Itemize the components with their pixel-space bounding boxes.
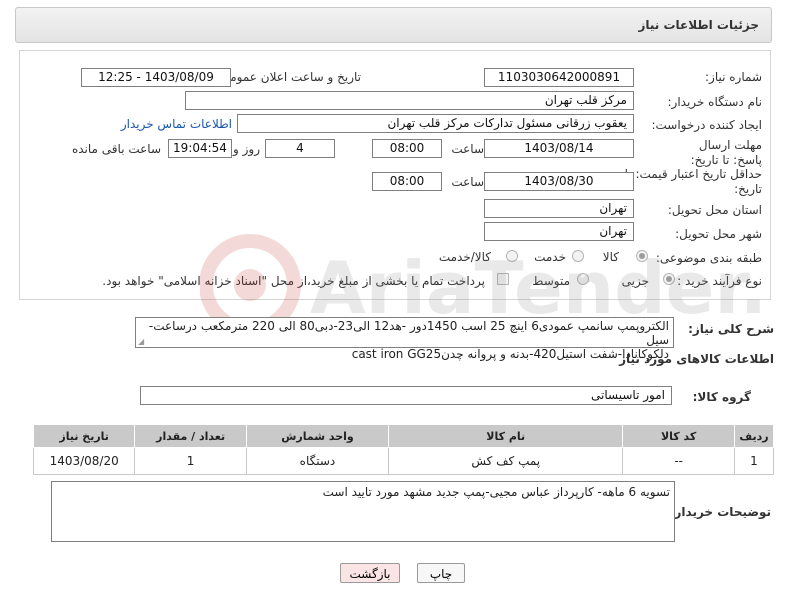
treasury-payment-note: پرداخت تمام یا بخشی از مبلغ خرید،از محل … <box>102 274 485 288</box>
cell-unit: دستگاه <box>245 447 390 475</box>
col-row: ردیف <box>733 424 775 448</box>
goods-group-label: گروه کالا: <box>692 390 751 404</box>
goods-section-title: اطلاعات کالاهای مورد نیاز <box>619 352 774 366</box>
reply-time-label: ساعت <box>451 142 484 156</box>
reply-time-field: 08:00 <box>372 139 442 158</box>
category-option-both: کالا/خدمت <box>438 250 491 264</box>
province-field: تهران <box>484 199 634 218</box>
creator-field: یعقوب زرقانی مسئول تداركات مركز قلب تهرا… <box>237 114 634 133</box>
treasury-payment-checkbox[interactable] <box>497 273 509 285</box>
buyer-notes-label: توضیحات خریدار: <box>669 505 771 519</box>
buyer-org-field: مرکز قلب تهران <box>185 91 634 110</box>
price-validity-label: حداقل تاریخ اعتبار قیمت: تا تاریخ: <box>624 167 762 196</box>
city-field: تهران <box>484 222 634 241</box>
cell-need-date: 1403/08/20 <box>32 447 136 475</box>
process-option-medium: متوسط <box>532 274 570 288</box>
announce-field: 1403/08/09 - 12:25 <box>81 68 231 87</box>
goods-table: ردیف کد کالا نام کالا واحد شمارش تعداد /… <box>32 424 775 475</box>
page-title: جزئیات اطلاعات نیاز <box>638 18 759 32</box>
col-need-date: تاریخ نیاز <box>32 424 136 448</box>
cell-code: -- <box>622 447 735 475</box>
col-name: نام کالا <box>388 424 624 448</box>
category-radio-both[interactable] <box>506 250 518 262</box>
resize-grip-icon[interactable]: ◢ <box>138 337 144 346</box>
description-label: شرح کلی نیاز: <box>688 322 774 336</box>
remaining-time-field: 19:04:54 <box>168 139 232 158</box>
reply-date-field: 1403/08/14 <box>484 139 634 158</box>
province-label: استان محل تحویل: <box>667 203 762 217</box>
need-number-field: 1103030642000891 <box>484 68 634 87</box>
city-label: شهر محل تحویل: <box>675 227 762 241</box>
category-option-service: خدمت <box>534 250 566 264</box>
description-line-1: الکتروپمپ سانمپ عمودی6 اینچ 25 اسب 1450د… <box>148 319 669 347</box>
announce-label: تاریخ و ساعت اعلان عمومی: <box>216 70 361 84</box>
goods-group-field: امور تاسیساتی <box>140 386 672 405</box>
category-option-goods: کالا <box>602 250 619 264</box>
description-box: الکتروپمپ سانمپ عمودی6 اینچ 25 اسب 1450د… <box>135 317 674 361</box>
days-field: 4 <box>265 139 335 158</box>
col-quantity: تعداد / مقدار <box>134 424 247 448</box>
price-date-field: 1403/08/30 <box>484 172 634 191</box>
goods-table-header: ردیف کد کالا نام کالا واحد شمارش تعداد /… <box>32 424 775 448</box>
price-time-label: ساعت <box>451 175 484 189</box>
cell-quantity: 1 <box>134 447 247 475</box>
description-line-2: دلکوکانادا-شفت استیل420-بدنه و پروانه چد… <box>351 347 669 361</box>
need-number-label: شماره نیاز: <box>705 70 762 84</box>
category-radio-service[interactable] <box>572 250 584 262</box>
back-button[interactable]: بازگشت <box>340 563 400 583</box>
buyer-org-label: نام دستگاه خریدار: <box>667 95 763 109</box>
buyer-notes-text: تسویه 6 ماهه- کارپرداز عباس مجیی-پمپ جدی… <box>322 485 670 499</box>
table-row: 1 -- پمپ کف کش دستگاه 1 1403/08/20 <box>32 447 775 475</box>
process-label: نوع فرآیند خرید : <box>677 274 762 288</box>
price-time-field: 08:00 <box>372 172 442 191</box>
process-radio-minor[interactable] <box>663 273 675 285</box>
cell-row: 1 <box>733 447 775 475</box>
page-header: جزئیات اطلاعات نیاز <box>15 7 772 43</box>
buyer-contact-link[interactable]: اطلاعات تماس خریدار <box>121 117 232 131</box>
creator-label: ایجاد کننده درخواست: <box>651 118 762 132</box>
category-label: طبقه بندی موضوعی: <box>655 251 762 265</box>
col-code: کد کالا <box>622 424 735 448</box>
cell-name: پمپ کف کش <box>388 447 624 475</box>
print-button[interactable]: چاپ <box>417 563 465 583</box>
days-label: روز و <box>233 142 260 156</box>
reply-deadline-label: مهلت ارسال پاسخ: تا تاریخ: <box>690 138 762 167</box>
remaining-label: ساعت باقی مانده <box>71 142 161 156</box>
category-radio-goods[interactable] <box>636 250 648 262</box>
process-option-minor: جزیی <box>621 274 649 288</box>
col-unit: واحد شمارش <box>245 424 390 448</box>
buyer-notes-box: تسویه 6 ماهه- کارپرداز عباس مجیی-پمپ جدی… <box>51 481 675 542</box>
process-radio-medium[interactable] <box>577 273 589 285</box>
